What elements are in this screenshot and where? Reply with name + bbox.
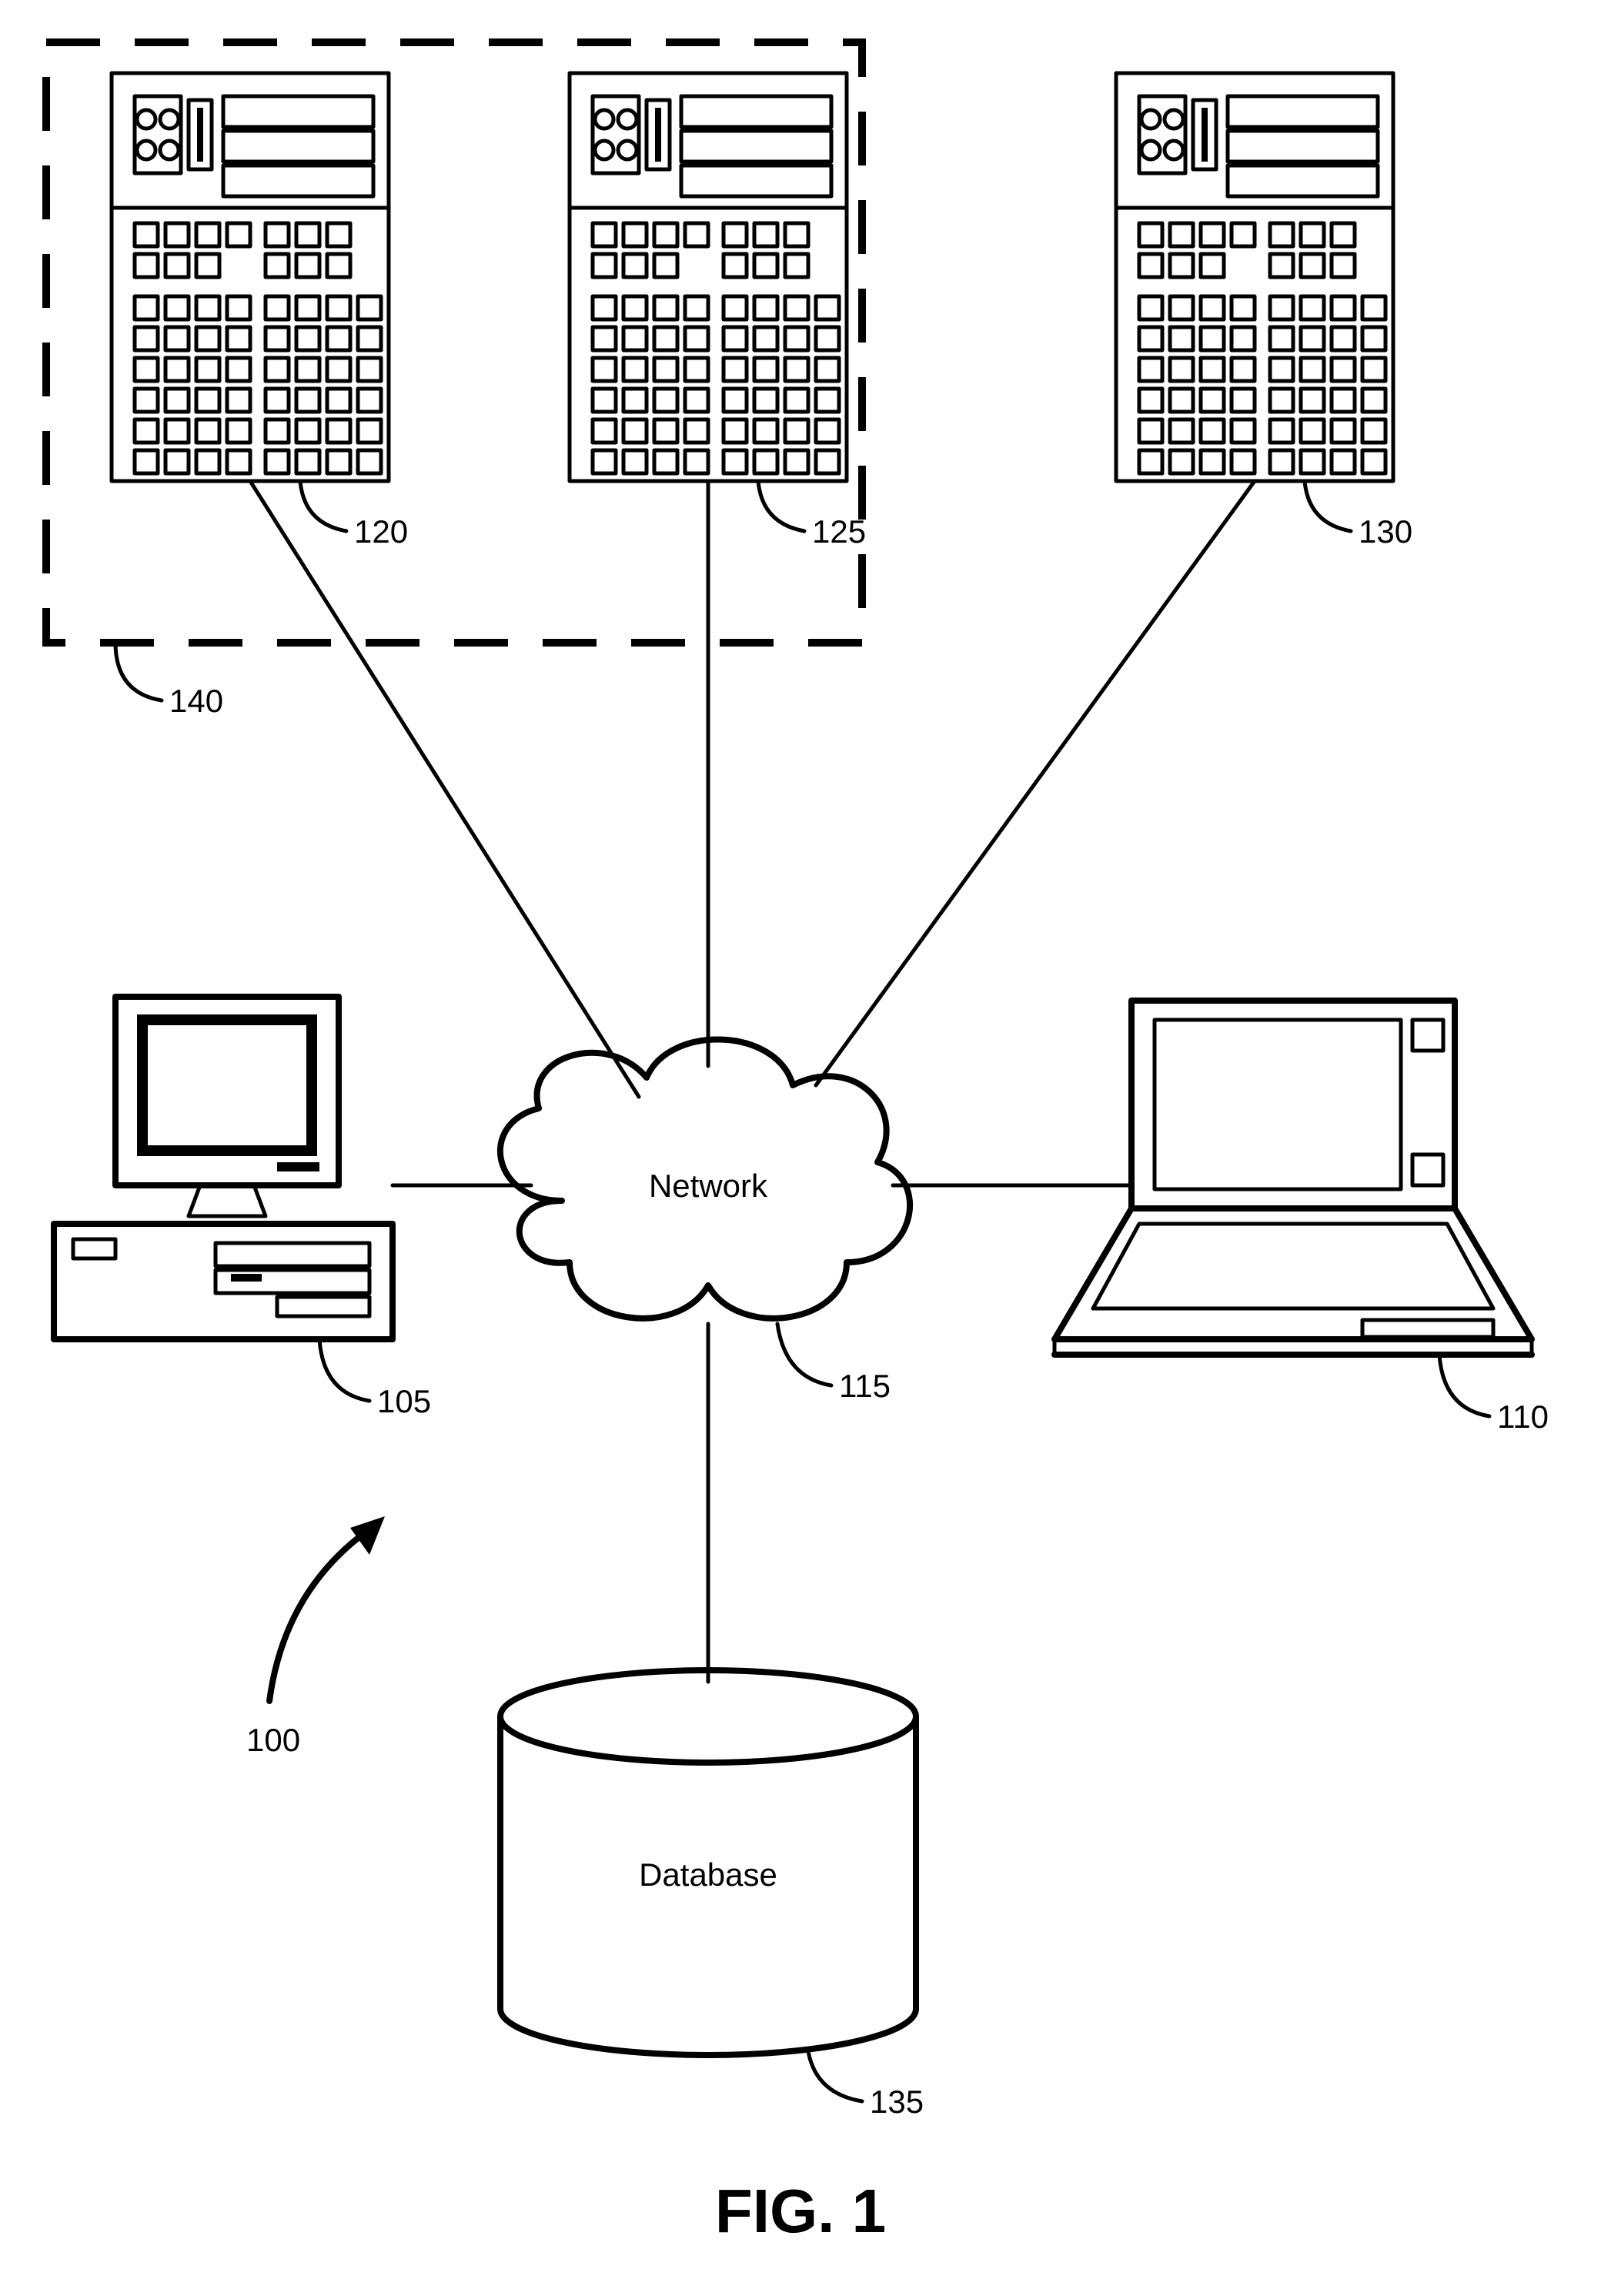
ref-servergroup: 140 xyxy=(169,683,223,719)
server-1 xyxy=(112,73,389,481)
ref-laptop: 110 xyxy=(1497,1399,1549,1435)
ref-system: 100 xyxy=(246,1722,300,1758)
leader-130 xyxy=(1305,481,1351,531)
link-server3-network xyxy=(816,481,1255,1085)
network-label: Network xyxy=(649,1168,768,1204)
leader-110 xyxy=(1439,1355,1489,1416)
leader-105 xyxy=(319,1339,369,1401)
leader-120 xyxy=(300,481,346,531)
desktop-pc xyxy=(54,997,393,1339)
ref-server1: 120 xyxy=(354,513,408,550)
ref-server3: 130 xyxy=(1359,513,1412,550)
laptop xyxy=(1055,1001,1532,1355)
server-2 xyxy=(570,73,847,481)
ref-server2: 125 xyxy=(812,513,866,550)
ref-desktop: 105 xyxy=(377,1383,431,1419)
leader-140 xyxy=(115,643,162,700)
ref-database: 135 xyxy=(870,2084,924,2120)
leader-115 xyxy=(777,1324,831,1385)
leader-125 xyxy=(758,481,804,531)
leader-135 xyxy=(808,2051,862,2101)
database-label: Database xyxy=(639,1857,777,1893)
ref-network: 115 xyxy=(839,1368,891,1404)
figure-label: FIG. 1 xyxy=(715,2177,886,2245)
server-3 xyxy=(1116,73,1393,481)
link-server1-network xyxy=(250,481,639,1097)
system-arrow xyxy=(269,1516,385,1701)
